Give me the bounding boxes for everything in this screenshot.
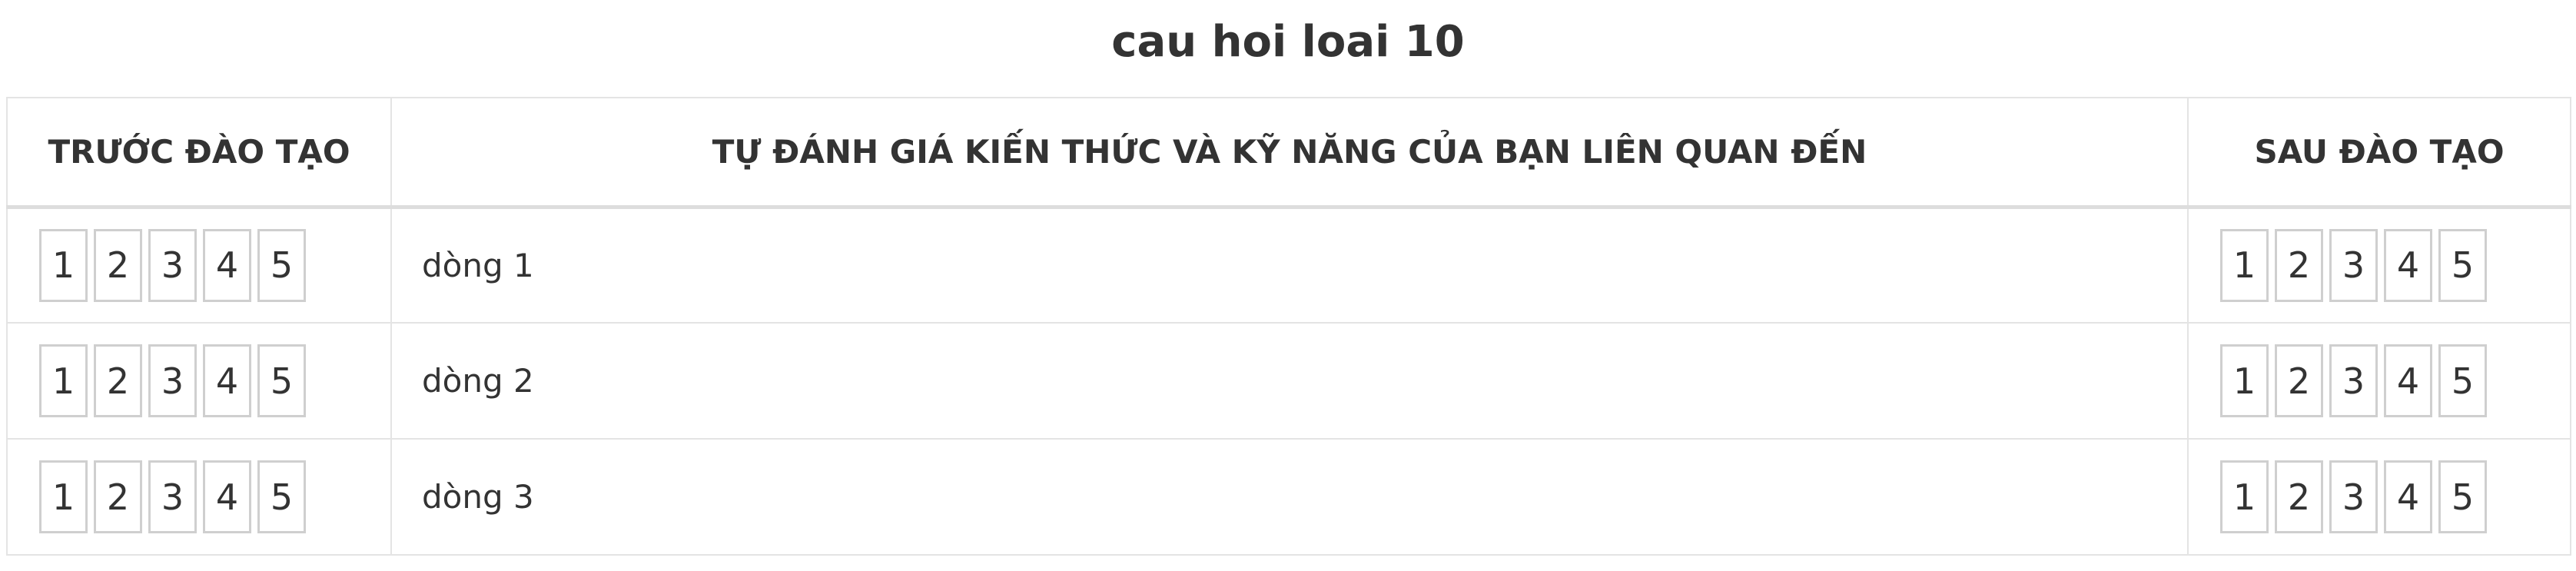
after-rating-option-1[interactable]: 1 bbox=[2220, 344, 2269, 417]
after-rating-option-4[interactable]: 4 bbox=[2384, 460, 2432, 533]
after-rating-cell: 1 2 3 4 5 bbox=[2187, 438, 2571, 556]
before-rating-cell: 1 2 3 4 5 bbox=[6, 206, 392, 324]
table-row: 1 2 3 4 5 dòng 3 1 2 3 4 5 bbox=[6, 438, 2571, 556]
survey-table: TRƯỚC ĐÀO TẠO TỰ ĐÁNH GIÁ KIẾN THỨC VÀ K… bbox=[6, 97, 2571, 556]
after-rating-option-2[interactable]: 2 bbox=[2275, 460, 2323, 533]
before-rating-option-2[interactable]: 2 bbox=[94, 344, 142, 417]
after-rating-option-2[interactable]: 2 bbox=[2275, 228, 2323, 302]
row-label-cell: dòng 3 bbox=[390, 438, 2189, 556]
after-rating-option-2[interactable]: 2 bbox=[2275, 344, 2323, 417]
before-rating-group: 1 2 3 4 5 bbox=[8, 344, 390, 417]
after-rating-option-5[interactable]: 5 bbox=[2438, 460, 2487, 533]
header-after-training: SAU ĐÀO TẠO bbox=[2187, 97, 2571, 209]
after-rating-group: 1 2 3 4 5 bbox=[2189, 344, 2569, 417]
table-row: 1 2 3 4 5 dòng 2 1 2 3 4 5 bbox=[6, 322, 2571, 440]
after-rating-group: 1 2 3 4 5 bbox=[2189, 460, 2569, 533]
header-row: TRƯỚC ĐÀO TẠO TỰ ĐÁNH GIÁ KIẾN THỨC VÀ K… bbox=[6, 97, 2571, 209]
after-rating-option-5[interactable]: 5 bbox=[2438, 228, 2487, 302]
before-rating-option-5[interactable]: 5 bbox=[257, 460, 306, 533]
before-rating-option-3[interactable]: 3 bbox=[148, 228, 197, 302]
before-rating-option-5[interactable]: 5 bbox=[257, 228, 306, 302]
after-rating-option-3[interactable]: 3 bbox=[2329, 228, 2378, 302]
before-rating-option-4[interactable]: 4 bbox=[203, 460, 251, 533]
after-rating-option-1[interactable]: 1 bbox=[2220, 228, 2269, 302]
before-rating-cell: 1 2 3 4 5 bbox=[6, 438, 392, 556]
header-self-assessment: TỰ ĐÁNH GIÁ KIẾN THỨC VÀ KỸ NĂNG CỦA BẠN… bbox=[390, 97, 2189, 209]
before-rating-option-2[interactable]: 2 bbox=[94, 460, 142, 533]
row-label: dòng 3 bbox=[422, 478, 534, 516]
before-rating-group: 1 2 3 4 5 bbox=[8, 228, 390, 302]
before-rating-option-4[interactable]: 4 bbox=[203, 344, 251, 417]
row-label: dòng 1 bbox=[422, 246, 534, 284]
row-label: dòng 2 bbox=[422, 362, 534, 400]
before-rating-option-1[interactable]: 1 bbox=[39, 228, 88, 302]
before-rating-option-1[interactable]: 1 bbox=[39, 344, 88, 417]
before-rating-option-3[interactable]: 3 bbox=[148, 344, 197, 417]
row-label-cell: dòng 2 bbox=[390, 322, 2189, 440]
after-rating-cell: 1 2 3 4 5 bbox=[2187, 322, 2571, 440]
after-rating-group: 1 2 3 4 5 bbox=[2189, 228, 2569, 302]
page-title: cau hoi loai 10 bbox=[1111, 16, 1465, 67]
before-rating-option-2[interactable]: 2 bbox=[94, 228, 142, 302]
before-rating-group: 1 2 3 4 5 bbox=[8, 460, 390, 533]
after-rating-option-1[interactable]: 1 bbox=[2220, 460, 2269, 533]
before-rating-option-4[interactable]: 4 bbox=[203, 228, 251, 302]
before-rating-option-3[interactable]: 3 bbox=[148, 460, 197, 533]
before-rating-cell: 1 2 3 4 5 bbox=[6, 322, 392, 440]
after-rating-cell: 1 2 3 4 5 bbox=[2187, 206, 2571, 324]
before-rating-option-5[interactable]: 5 bbox=[257, 344, 306, 417]
table-row: 1 2 3 4 5 dòng 1 1 2 3 4 5 bbox=[6, 206, 2571, 324]
after-rating-option-3[interactable]: 3 bbox=[2329, 344, 2378, 417]
row-label-cell: dòng 1 bbox=[390, 206, 2189, 324]
after-rating-option-3[interactable]: 3 bbox=[2329, 460, 2378, 533]
after-rating-option-4[interactable]: 4 bbox=[2384, 344, 2432, 417]
before-rating-option-1[interactable]: 1 bbox=[39, 460, 88, 533]
after-rating-option-5[interactable]: 5 bbox=[2438, 344, 2487, 417]
after-rating-option-4[interactable]: 4 bbox=[2384, 228, 2432, 302]
header-before-training: TRƯỚC ĐÀO TẠO bbox=[6, 97, 392, 209]
